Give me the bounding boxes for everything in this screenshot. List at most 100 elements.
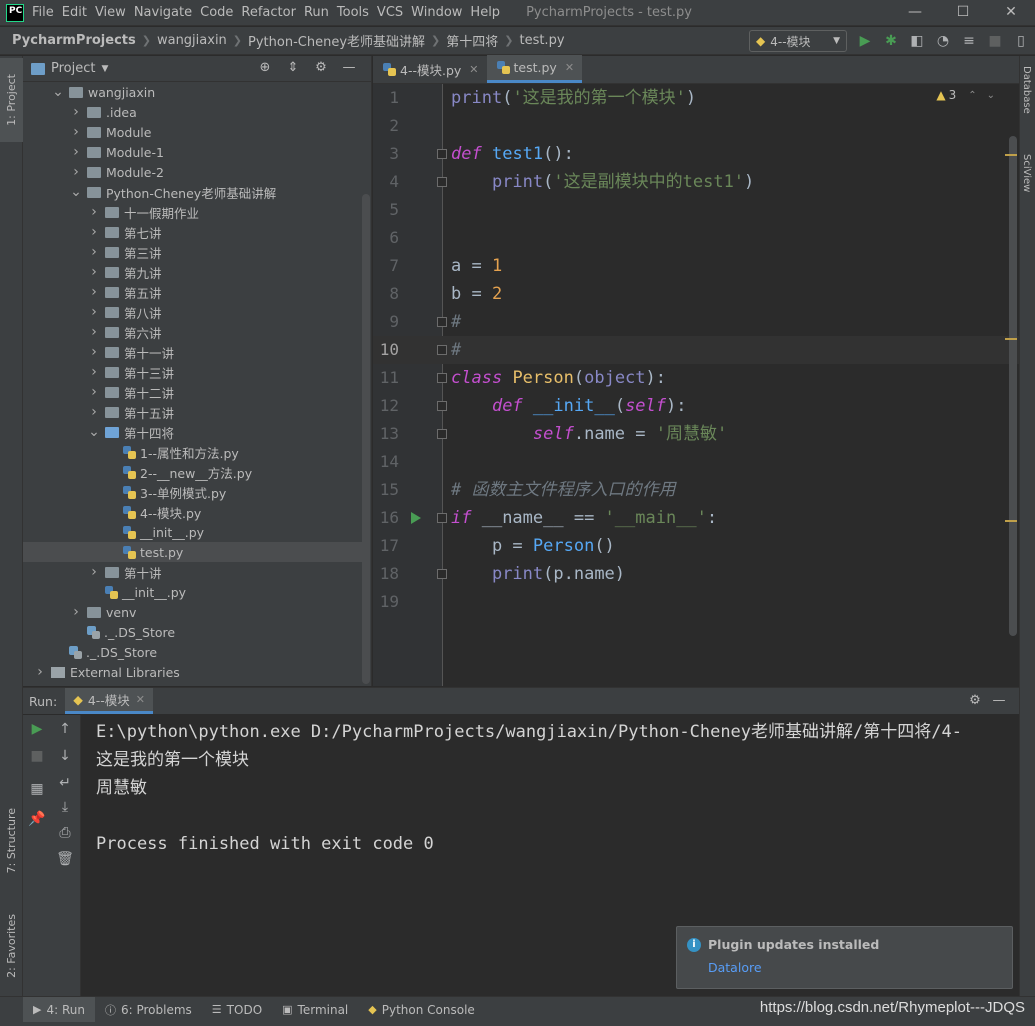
chevron-right-icon[interactable]: › [69,144,83,160]
trash-icon[interactable]: 🗑 [51,851,79,867]
tree-item[interactable]: ._.DS_Store [23,622,363,642]
code-line[interactable]: 4 print('这是副模块中的test1') [373,168,1019,196]
inspection-widget[interactable]: ▲ 3 ⌃ ⌄ [936,88,995,102]
fold-icon[interactable] [437,373,447,383]
code-line[interactable]: 9 # [373,308,1019,336]
warning-marker[interactable] [1005,338,1017,340]
tree-item[interactable]: › 第八讲 [23,302,363,322]
tree-item[interactable]: › Module-2 [23,162,363,182]
chevron-down-icon[interactable]: ▼ [101,64,108,74]
editor-scrollbar[interactable] [1009,136,1017,636]
run-tab[interactable]: ◆ 4--模块 ✕ [65,688,154,714]
code-line[interactable]: 2 [373,112,1019,140]
chevron-right-icon[interactable]: › [69,104,83,120]
close-icon[interactable]: ✕ [469,63,478,76]
code-line[interactable]: 6 [373,224,1019,252]
code-line[interactable]: 5 [373,196,1019,224]
code-line[interactable]: 8 b = 2 [373,280,1019,308]
chevron-right-icon[interactable]: › [33,664,47,680]
code-line[interactable]: 16 if __name__ == '__main__': [373,504,1019,532]
coverage-icon[interactable]: ◧ [904,31,930,51]
tree-item[interactable]: › External Libraries [23,662,363,682]
pin-icon[interactable]: 📌 [23,811,51,827]
chevron-down-icon[interactable]: ⌄ [69,184,83,200]
tree-item[interactable]: › 第十讲 [23,562,363,582]
code-line[interactable]: 11 class Person(object): [373,364,1019,392]
chevron-down-icon[interactable]: ⌄ [51,84,65,100]
hide-icon[interactable]: — [987,693,1011,708]
chevron-right-icon[interactable]: › [87,304,101,320]
fold-icon[interactable] [437,513,447,523]
tab-structure[interactable]: 7: Structure [0,796,23,886]
gear-icon[interactable]: ⚙ [963,693,987,708]
tab-4-module[interactable]: 4--模块.py ✕ [373,55,487,83]
breadcrumb-item[interactable]: wangjiaxin [157,33,227,48]
menu-window[interactable]: Window [411,5,470,20]
tree-item[interactable]: › 第九讲 [23,262,363,282]
tab-terminal[interactable]: ▣ Terminal [272,997,358,1023]
maximize-button[interactable]: ☐ [939,0,987,26]
notification-link[interactable]: Datalore [708,960,762,975]
tree-item[interactable]: __init__.py [23,522,363,542]
stop-icon[interactable]: ■ [23,748,51,764]
run-configuration-select[interactable]: ◆ 4--模块 ▼ [749,30,847,52]
rerun-icon[interactable]: ▶ [23,721,51,737]
chevron-right-icon[interactable]: › [87,564,101,580]
chevron-right-icon[interactable]: › [87,284,101,300]
tree-item[interactable]: › Module-1 [23,142,363,162]
tree-item[interactable]: 2--__new__方法.py [23,462,363,482]
profile-icon[interactable]: ◔ [930,31,956,51]
code-line[interactable]: 19 [373,588,1019,616]
tree-item[interactable]: › 第十二讲 [23,382,363,402]
tree-item[interactable]: › 十一假期作业 [23,202,363,222]
run-icon[interactable]: ▶ [852,31,878,51]
tree-item[interactable]: ⌄ wangjiaxin [23,82,363,102]
tree-item[interactable]: › 第六讲 [23,322,363,342]
warning-marker[interactable] [1005,154,1017,156]
project-view-select[interactable]: Project [51,61,95,76]
code-line[interactable]: 14 [373,448,1019,476]
tree-item[interactable]: › Module [23,122,363,142]
stop-icon[interactable]: ■ [982,31,1008,51]
tree-item[interactable]: ._.DS_Store [23,642,363,662]
gear-icon[interactable]: ⚙ [307,60,335,75]
layout-icon[interactable]: ▦ [23,781,51,797]
tab-project[interactable]: 1: Project [0,58,23,142]
chevron-right-icon[interactable]: › [87,364,101,380]
fold-icon[interactable] [437,317,447,327]
scroll-to-end-icon[interactable]: ⤓ [51,799,79,815]
fold-icon[interactable] [437,177,447,187]
tree-item[interactable]: ⌄ 第十四将 [23,422,363,442]
fold-icon[interactable] [437,401,447,411]
menu-tools[interactable]: Tools [337,5,377,20]
collapse-all-icon[interactable]: ⇕ [279,60,307,75]
tree-item[interactable]: › 第十一讲 [23,342,363,362]
console-output[interactable]: E:\python\python.exe D:/PycharmProjects/… [96,718,962,858]
code-line[interactable]: 13 self.name = '周慧敏' [373,420,1019,448]
menu-file[interactable]: File [32,5,62,20]
tree-item[interactable]: 3--单例模式.py [23,482,363,502]
tree-item[interactable]: › 第七讲 [23,222,363,242]
tab-run[interactable]: ▶ 4: Run [23,996,95,1023]
code-line[interactable]: 7 a = 1 [373,252,1019,280]
debug-icon[interactable]: ✱ [878,31,904,51]
warning-marker[interactable] [1005,520,1017,522]
menu-vcs[interactable]: VCS [377,5,411,20]
tab-database[interactable]: Database [1021,66,1032,114]
chevron-right-icon[interactable]: › [87,244,101,260]
fold-icon[interactable] [437,429,447,439]
tab-todo[interactable]: ☰ TODO [202,997,272,1023]
locate-icon[interactable]: ⊕ [251,60,279,75]
menu-refactor[interactable]: Refactor [241,5,304,20]
menu-run[interactable]: Run [304,5,337,20]
fold-icon[interactable] [437,569,447,579]
chevron-right-icon[interactable]: › [69,604,83,620]
chevron-right-icon[interactable]: › [87,384,101,400]
menu-navigate[interactable]: Navigate [134,5,200,20]
chevron-right-icon[interactable]: › [87,404,101,420]
breadcrumb-item[interactable]: test.py [519,33,564,48]
hide-icon[interactable]: — [335,60,363,75]
project-scrollbar[interactable] [362,194,370,684]
breadcrumb-item[interactable]: PycharmProjects [12,33,136,48]
menu-edit[interactable]: Edit [62,5,95,20]
